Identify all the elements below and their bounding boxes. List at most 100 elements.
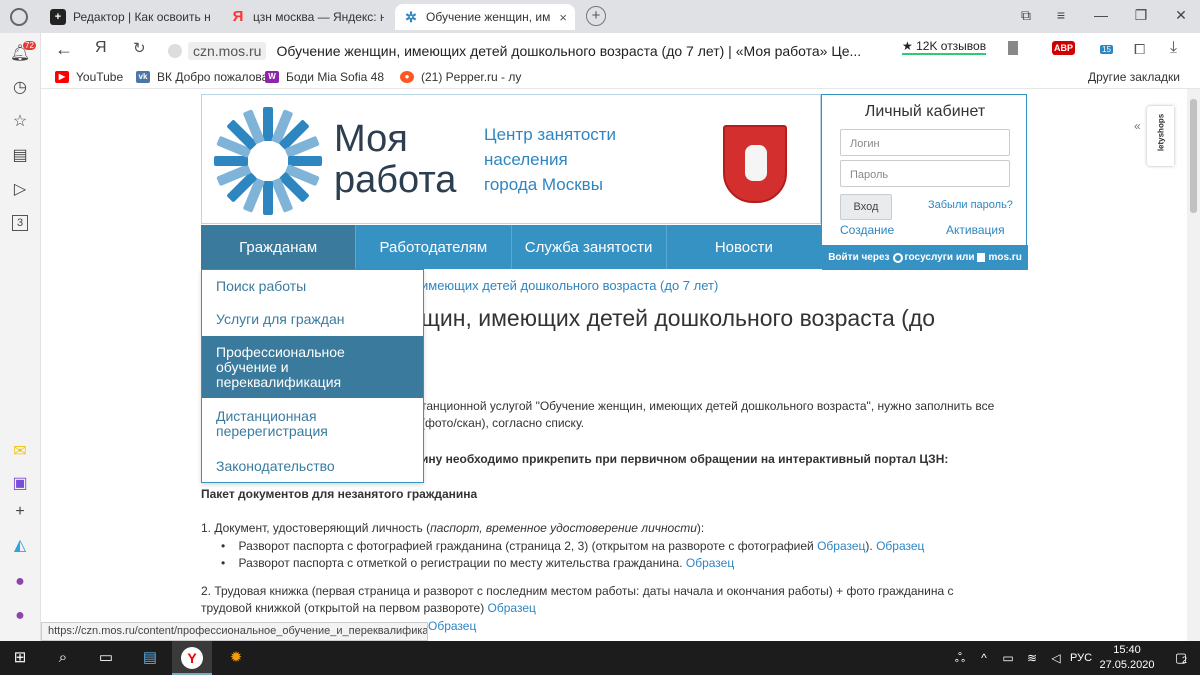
editor-plus-icon: + [50, 9, 66, 25]
vk-icon: vk [136, 71, 150, 83]
page-scrollbar[interactable] [1187, 89, 1200, 641]
mos-ru-icon [977, 253, 986, 262]
nav-news[interactable]: Новости [667, 225, 821, 269]
sample-link[interactable]: Образец [817, 539, 865, 553]
login-panel-title: Личный кабинет [864, 103, 986, 120]
nav-citizens[interactable]: Гражданам [201, 225, 357, 269]
youtube-icon: ▶ [55, 71, 69, 83]
alice-icon[interactable]: ● [9, 571, 31, 593]
tab-editor[interactable]: + Редактор | Как освоить нс [42, 4, 218, 30]
menu-item-professional-training[interactable]: Профессиональное обучение и переквалифик… [202, 336, 423, 398]
windows-start-icon[interactable]: ⊞ [0, 641, 40, 675]
page-title-in-address: Обучение женщин, имеющих детей дошкольно… [276, 42, 862, 59]
sample-link[interactable]: Образец [488, 601, 536, 615]
favorites-star-icon[interactable]: ☆ [9, 111, 31, 133]
yandex-icon: Я [232, 8, 244, 25]
site-header: Моя работа Центр занятости населения гор… [201, 94, 821, 224]
sample-link[interactable]: Образец [686, 556, 734, 570]
doc-bullet-2: • Разворот паспорта с отметкой о регистр… [221, 556, 735, 570]
tray-device-icon[interactable]: ▭ [996, 641, 1020, 675]
nav-employers[interactable]: Работодателям [356, 225, 512, 269]
lock-icon [168, 43, 182, 58]
tab-yandex-search[interactable]: Я цзн москва — Яндекс: наi [222, 4, 392, 30]
collections-icon[interactable]: ▤ [9, 145, 31, 167]
moscow-coat-of-arms-icon [723, 125, 787, 203]
tab-manager-icon[interactable]: ⧉ [1015, 4, 1037, 26]
clock-time[interactable]: 15:40 [1098, 644, 1156, 656]
menu-item-legislation[interactable]: Законодательство [202, 450, 423, 483]
file-app-icon[interactable]: ▤ [130, 641, 170, 675]
bookmark-pepper[interactable]: ● (21) Pepper.ru - лу [400, 70, 521, 84]
extension-badge[interactable]: 15 [1100, 45, 1113, 54]
collapse-panel-icon[interactable]: « [1134, 119, 1141, 133]
notifications-center-icon[interactable]: ▢ [1162, 641, 1200, 675]
bookmark-wildberries[interactable]: W Боди Mia Sofia 48 [265, 70, 384, 84]
bookmark-youtube[interactable]: ▶ YouTube [55, 70, 123, 84]
volume-icon[interactable]: ◁ [1044, 641, 1068, 675]
close-window-icon[interactable]: ✕ [1170, 4, 1192, 26]
intro-line-2: (фото/скан), согласно списку. [421, 416, 585, 430]
add-panel-icon[interactable]: + [9, 501, 31, 523]
browser-menu-icon[interactable] [10, 8, 28, 26]
tab-editor-title: Редактор | Как освоить нс [73, 10, 210, 24]
menu-icon[interactable]: ≡ [1050, 4, 1072, 26]
minimize-icon[interactable]: — [1090, 4, 1112, 26]
forgot-password-link[interactable]: Забыли пароль? [928, 199, 1013, 211]
doc-item-2-cont: трудовой книжкой (открытой на первом раз… [201, 601, 536, 615]
search-icon[interactable]: ⌕ [43, 641, 83, 675]
login-button[interactable]: Вход [840, 194, 892, 220]
counter-3-icon[interactable]: 3 [12, 215, 28, 231]
notification-count-badge: 72 [23, 41, 36, 50]
extension-puzzle-icon[interactable]: ⧠ [1134, 41, 1145, 58]
wifi-icon[interactable]: ≋ [1020, 641, 1044, 675]
package-title: Пакет документов для незанятого граждани… [201, 487, 478, 501]
password-field[interactable]: Пароль [840, 160, 1010, 187]
sample-link[interactable]: Образец [876, 539, 924, 553]
activation-link[interactable]: Активация [946, 223, 1005, 237]
gosuslugi-login-bar[interactable]: Войти через госуслуги или mos.ru [822, 245, 1028, 270]
new-tab-button[interactable]: + [586, 6, 606, 26]
video-play-icon[interactable]: ▷ [9, 179, 31, 201]
telegram-icon[interactable]: ◭ [9, 535, 31, 557]
page-viewport: Моя работа Центр занятости населения гор… [41, 89, 1187, 641]
reviews-badge[interactable]: ★ 12K отзывов [902, 39, 987, 55]
menu-item-citizen-services[interactable]: Услуги для граждан [202, 303, 423, 336]
page-title: щин, имеющих детей дошкольного возраста … [421, 305, 936, 331]
messenger-icon[interactable]: ▣ [9, 473, 31, 495]
adblock-icon[interactable]: ABP [1052, 41, 1076, 55]
bookmark-icon[interactable] [1008, 41, 1018, 55]
tray-chevron-icon[interactable]: ^ [972, 641, 996, 675]
keyboard-language[interactable]: РУС [1066, 641, 1096, 675]
tab-yandex-title: цзн москва — Яндекс: наi [253, 10, 384, 24]
menu-item-remote-reregistration[interactable]: Дистанционная перерегистрация [202, 398, 423, 450]
moya-rabota-logo-icon [214, 107, 322, 215]
clock-date[interactable]: 27.05.2020 [1098, 659, 1156, 671]
yandex-home-icon[interactable]: Я [95, 39, 107, 57]
task-view-icon[interactable]: ▭ [86, 641, 126, 675]
login-field[interactable]: Логин [840, 129, 1010, 156]
mail-icon[interactable]: ✉ [9, 441, 31, 463]
downloads-icon[interactable]: ⤓ [1170, 39, 1177, 57]
restore-icon[interactable]: ❐ [1130, 4, 1152, 26]
letyshops-tab[interactable]: letyshops [1147, 106, 1174, 166]
gosuslugi-icon [892, 252, 903, 263]
doc-item-2: 2. Трудовая книжка (первая страница и ра… [201, 584, 954, 598]
reload-icon[interactable]: ↻ [133, 39, 146, 57]
bookmark-vk[interactable]: vk ВК Добро пожаловат [136, 70, 274, 84]
sample-link[interactable]: Образец [428, 618, 476, 635]
history-clock-icon[interactable]: ◷ [9, 77, 31, 99]
breadcrumb[interactable]: имеющих детей дошкольного возраста (до 7… [421, 278, 718, 293]
alice-voice-icon[interactable]: ● [9, 605, 31, 627]
tab-czn-active[interactable]: ✲ Обучение женщин, им × [395, 4, 575, 30]
menu-item-job-search[interactable]: Поиск работы [202, 270, 423, 303]
nav-employment-service[interactable]: Служба занятости [512, 225, 667, 269]
yandex-browser-taskbar-icon[interactable]: Y [172, 641, 212, 675]
close-tab-icon[interactable]: × [555, 10, 567, 25]
back-icon[interactable]: ← [55, 39, 73, 60]
create-account-link[interactable]: Создание [840, 223, 894, 237]
czn-title-line-3: города Москвы [484, 175, 603, 194]
yandex-disk-icon[interactable]: ✹ [216, 641, 256, 675]
intro-line-1: танционной услугой "Обучение женщин, име… [421, 399, 995, 413]
other-bookmarks[interactable]: Другие закладки [1088, 70, 1180, 84]
doc-item-1: 1. Документ, удостоверяющий личность (па… [201, 521, 705, 535]
